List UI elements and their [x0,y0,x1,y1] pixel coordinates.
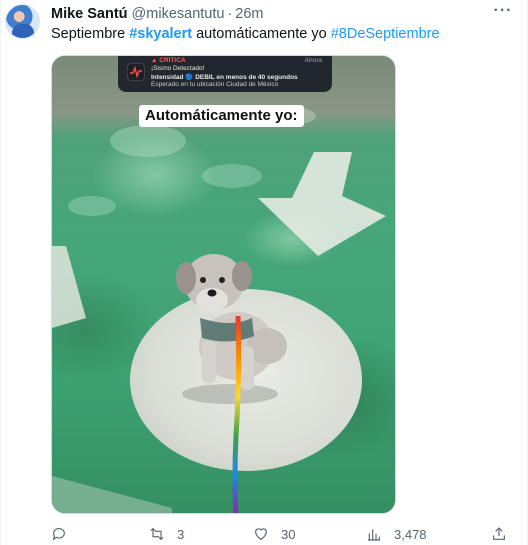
alert-intensity: Intensidad 🔵 DEBIL en menos de 40 segund… [151,74,298,81]
alert-title: ¡Sismo Detectado! [151,65,205,72]
tweet-actions: 3 30 3,478 [51,525,511,543]
author-name[interactable]: Mike Santú [51,6,128,22]
alert-level-label: ▲ CRITICA [151,57,186,64]
separator-dot: · [227,6,233,22]
skyalert-app-icon [127,63,145,81]
tweet[interactable]: Mike Santú @mikesantutu · 26m ··· Septie… [0,0,528,545]
share-icon [493,527,505,540]
tweet-text-middle: automáticamente yo [192,26,331,42]
retweet-count: 3 [177,526,185,542]
tweet-text: Septiembre #skyalert automáticamente yo … [51,25,440,43]
hashtag-skyalert[interactable]: #skyalert [129,26,192,42]
reply-button[interactable] [51,525,79,543]
reply-icon [52,528,65,541]
views-icon [368,529,380,541]
like-button[interactable]: 30 [253,525,295,543]
alert-time: Ahora [304,57,322,64]
meme-caption: Automáticamente yo: [139,105,304,127]
earthquake-alert-notification: ▲ CRITICA Ahora ¡Sismo Detectado! Intens… [118,56,332,92]
tweet-header: Mike Santú @mikesantutu · 26m [51,5,264,23]
avatar[interactable] [5,4,40,39]
share-button[interactable] [491,525,507,543]
author-handle[interactable]: @mikesantutu [132,6,225,22]
views-count: 3,478 [394,526,427,542]
like-icon [255,528,267,541]
tweet-text-start: Septiembre [51,26,130,42]
views-button[interactable]: 3,478 [366,525,427,543]
hashtag-8deseptiembre[interactable]: #8DeSeptiembre [331,26,440,42]
tweet-media-image[interactable]: ▲ CRITICA Ahora ¡Sismo Detectado! Intens… [51,55,396,514]
more-icon[interactable]: ··· [493,3,513,24]
timestamp[interactable]: 26m [235,6,263,22]
retweet-icon [150,527,164,541]
alert-location: Esperado en tu ubicación Ciudad de Méxic… [151,81,279,88]
like-count: 30 [281,526,296,542]
retweet-button[interactable]: 3 [149,525,184,543]
